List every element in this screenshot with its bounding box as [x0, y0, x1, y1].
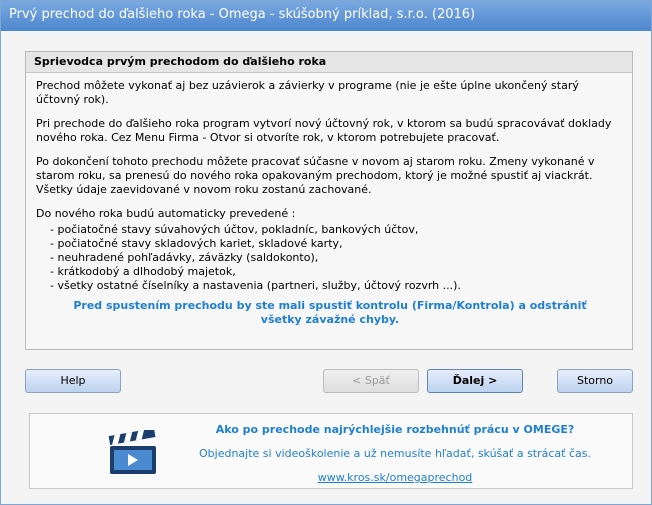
list-item: - neuhradené pohľadávky, záväzky (saldok…	[50, 251, 319, 264]
transfer-list: - počiatočné stavy súvahových účtov, pok…	[36, 223, 624, 293]
cancel-button[interactable]: Storno	[557, 369, 633, 393]
list-item: - všetky ostatné číselníky a nastavenia …	[50, 279, 461, 292]
help-button[interactable]: Help	[25, 369, 121, 393]
wizard-paragraph: Do nového roka budú automaticky preveden…	[36, 207, 296, 220]
back-button[interactable]: < Späť	[323, 369, 419, 393]
wizard-window: Prvý prechod do ďalšieho roka - Omega - …	[0, 0, 652, 505]
promo-subtitle: Objednajte si videoškolenie a už nemusít…	[199, 447, 591, 460]
list-item: - počiatočné stavy súvahových účtov, pok…	[50, 223, 419, 236]
warning-text: Pred spustením prechodu by ste mali spus…	[73, 299, 587, 326]
next-button[interactable]: Ďalej >	[427, 369, 523, 393]
list-item: - krátkodobý a dlhodobý majetok,	[50, 265, 236, 278]
promo-box: Ako po prechode najrýchlejšie rozbehnúť …	[29, 413, 633, 489]
wizard-paragraph: Po dokončení tohoto prechodu môžete prac…	[36, 155, 595, 196]
clapperboard-icon	[108, 430, 156, 474]
list-item: - počiatočné stavy skladových kariet, sk…	[50, 237, 343, 250]
wizard-paragraph: Pri prechode do ďalšieho roka program vy…	[36, 117, 612, 144]
wizard-panel: Sprievodca prvým prechodom do ďalšieho r…	[25, 51, 633, 350]
promo-text: Ako po prechode najrýchlejšie rozbehnúť …	[180, 418, 610, 490]
window-title: Prvý prechod do ďalšieho roka - Omega - …	[9, 7, 476, 22]
promo-link[interactable]: www.kros.sk/omegaprechod	[180, 466, 610, 490]
wizard-paragraph: Prechod môžete vykonať aj bez uzávierok …	[36, 79, 579, 106]
promo-title: Ako po prechode najrýchlejšie rozbehnúť …	[215, 423, 575, 436]
wizard-heading: Sprievodca prvým prechodom do ďalšieho r…	[26, 52, 632, 73]
wizard-body: Prechod môžete vykonať aj bez uzávierok …	[26, 73, 632, 327]
window-titlebar[interactable]: Prvý prechod do ďalšieho roka - Omega - …	[1, 1, 651, 31]
